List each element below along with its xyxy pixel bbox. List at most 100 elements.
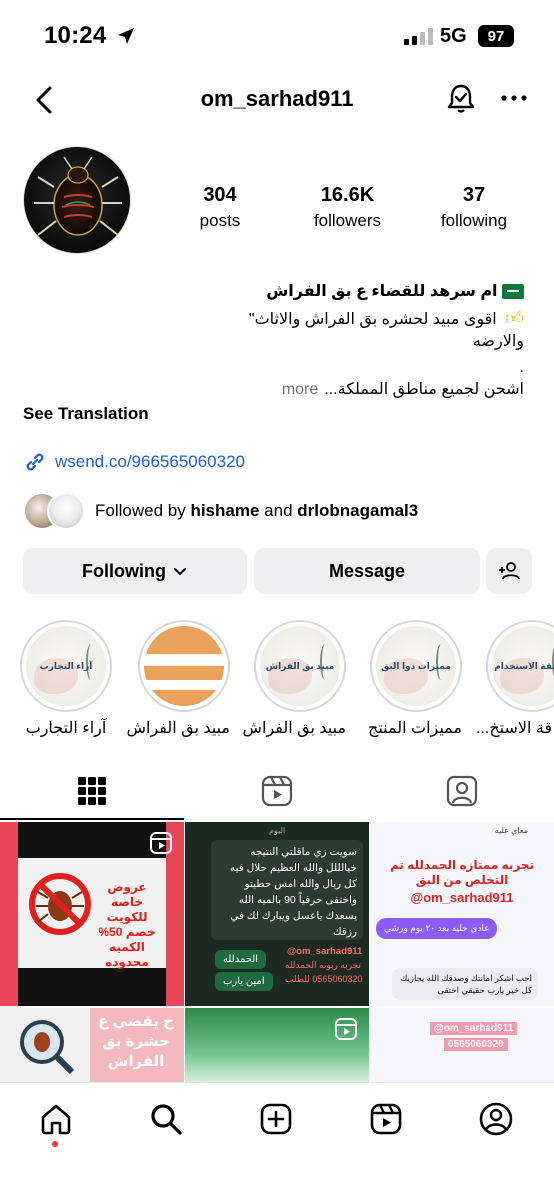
post-tile-6[interactable]: @om_sarhad911 0565060320 [370,1008,554,1082]
create-icon [260,1103,292,1135]
bell-check-icon[interactable] [444,82,478,116]
highlight-cover: آراء التجارب [26,626,106,706]
location-arrow-icon [118,28,134,44]
highlight-ring: مبيد بق الفراش [254,620,346,712]
following-label: following [440,211,508,230]
followers-count: 16.6K [320,184,375,206]
home-icon [41,1104,71,1135]
bio-link-text: wsend.co/966565060320 [55,452,245,471]
highlight-pesticide-1[interactable]: مبيد بق الفراش مبيد بق الفراش [242,620,346,738]
reels-icon [370,1103,402,1135]
highlight-ring [138,620,230,712]
more-horizontal-icon[interactable] [500,84,528,112]
chevron-down-icon [173,568,186,576]
tab-posts-grid[interactable] [0,762,184,820]
followed-by-and: and [264,501,293,520]
highlight-cover-text: طريقة الاستخدام [494,660,554,671]
highlight-reviews[interactable]: آراء التجارب آراء التجارب [20,620,112,738]
bedbug-logo-icon [34,156,122,236]
post-tile-1[interactable]: عروض خاصه للكويت خصم 50% الكميه محدوده [0,822,184,1006]
magnifier-bug-icon [20,1020,75,1075]
stat-posts[interactable]: 304 posts [180,184,260,231]
post-tile-5[interactable] [185,1008,369,1082]
post-2-watermark-1: @om_sarhad911 [287,946,363,957]
nav-create[interactable] [256,1099,296,1139]
post-tile-2[interactable]: اليوم سويت زي ماقلتي النتيجه خيالللل وال… [185,822,369,1006]
highlight-pesticide-2[interactable]: مبيد بق الفراش [126,620,230,738]
search-icon [151,1104,182,1135]
bio-name: ام سرهد للقضاء ع بق الفراش [23,280,524,304]
see-translation-link[interactable]: See Translation [23,404,149,424]
stat-followers[interactable]: 16.6K followers [300,184,395,231]
bottom-navigation [0,1082,554,1200]
stat-following[interactable]: 37 following [430,184,518,231]
posts-count: 304 [203,184,237,206]
highlight-cover: مبيد بق الفراش [260,626,340,706]
nav-home[interactable] [36,1099,76,1139]
bio-line-1: 👍︎ اقوى مبيد لحشره بق الفراش والاثاث" [23,306,524,332]
followed-by-row[interactable]: Followed by hishame and drlobnagamal3 [23,492,418,530]
highlight-cover-text: آراء التجارب [39,660,93,671]
highlight-usage[interactable]: طريقة الاستخدام قة الاستخ... [476,620,554,738]
reel-badge-icon [150,832,172,854]
profile-tabs [0,762,554,820]
post-4-text: ح يقضي ع حشرة بق الفراش [98,1013,174,1070]
highlight-cover: طريقة الاستخدام [492,626,554,706]
post-tile-3[interactable]: معاي عليه تجربه ممتازه الحمدلله تم التخل… [370,822,554,1006]
tab-tagged[interactable] [370,762,554,820]
profile-icon [479,1102,513,1136]
mutual-user-1: hishame [190,501,260,520]
status-bar: 10:24 5G 97 [0,0,554,70]
status-time: 10:24 [44,22,107,49]
highlight-cover-text: مميزات دوا البق [381,660,451,671]
cell-signal-icon [404,28,433,45]
highlight-cover [144,626,224,706]
post-2-message: سويت زي ماقلتي النتيجه خيالللل والله الع… [211,840,363,940]
mutual-avatar-2 [47,492,85,530]
message-button-label: Message [328,560,406,581]
bio-link[interactable]: wsend.co/966565060320 [23,450,245,474]
post-tile-4[interactable]: ح يقضي ع حشرة بق الفراش [0,1008,184,1082]
followed-by-prefix: Followed by [95,501,186,520]
suggested-users-button[interactable] [486,548,532,594]
reels-icon [261,775,293,807]
followed-by-text: Followed by hishame and drlobnagamal3 [95,501,418,521]
reel-badge-icon [335,1018,357,1040]
highlight-caption: مميزات المنتج [368,720,462,737]
post-2-watermark-3: 0565060320 للطلب [285,974,363,984]
following-button-label: Following [82,560,166,581]
following-button[interactable]: Following [23,548,247,594]
bio-more-link[interactable]: more [282,378,318,402]
bio-line-4: more اشحن لجميع مناطق المملكة... [23,378,524,402]
highlight-caption: آراء التجارب [25,720,107,737]
post-3-headline: تجربه ممتازه الحمدلله تم التخلص من البق [389,858,535,887]
nav-profile[interactable] [476,1099,516,1139]
post-1-text: عروض خاصه للكويت خصم 50% الكميه محدوده [98,880,156,969]
posts-label: posts [199,211,241,230]
message-button[interactable]: Message [254,548,480,594]
tab-reels[interactable] [185,762,369,820]
link-icon [26,453,44,471]
post-2-reply-2: امين يارب [215,972,273,991]
post-3-bubble: عادي خليه بعد ٢٠ يوم ورشي [376,918,498,939]
bio-line-1-text: اقوى مبيد لحشره بق الفراش والاثاث" [248,311,497,328]
highlight-ring: مميزات دوا البق [370,620,462,712]
highlight-features[interactable]: مميزات دوا البق مميزات المنتج [368,620,462,738]
tagged-icon [446,775,478,807]
no-bug-icon [29,873,91,935]
highlight-ring: طريقة الاستخدام [486,620,554,712]
highlight-caption: مبيد بق الفراش [242,720,346,737]
bio-line-2: والارضه [472,333,524,350]
bio-line-4-text: اشحن لجميع مناطق المملكة... [324,381,524,398]
battery-indicator: 97 [478,25,514,47]
post-3-watermark-1: @om_sarhad911 [430,1022,518,1035]
nav-search[interactable] [146,1099,186,1139]
highlight-cover-text: مبيد بق الفراش [265,660,335,671]
thumbs-up-icon: 👍︎ [505,308,524,328]
nav-reels[interactable] [366,1099,406,1139]
mutual-user-2: drlobnagamal3 [297,501,419,520]
post-3-top: معاي عليه [494,826,528,835]
network-type: 5G [440,25,467,47]
add-person-icon [499,562,520,580]
profile-avatar[interactable] [23,146,131,254]
